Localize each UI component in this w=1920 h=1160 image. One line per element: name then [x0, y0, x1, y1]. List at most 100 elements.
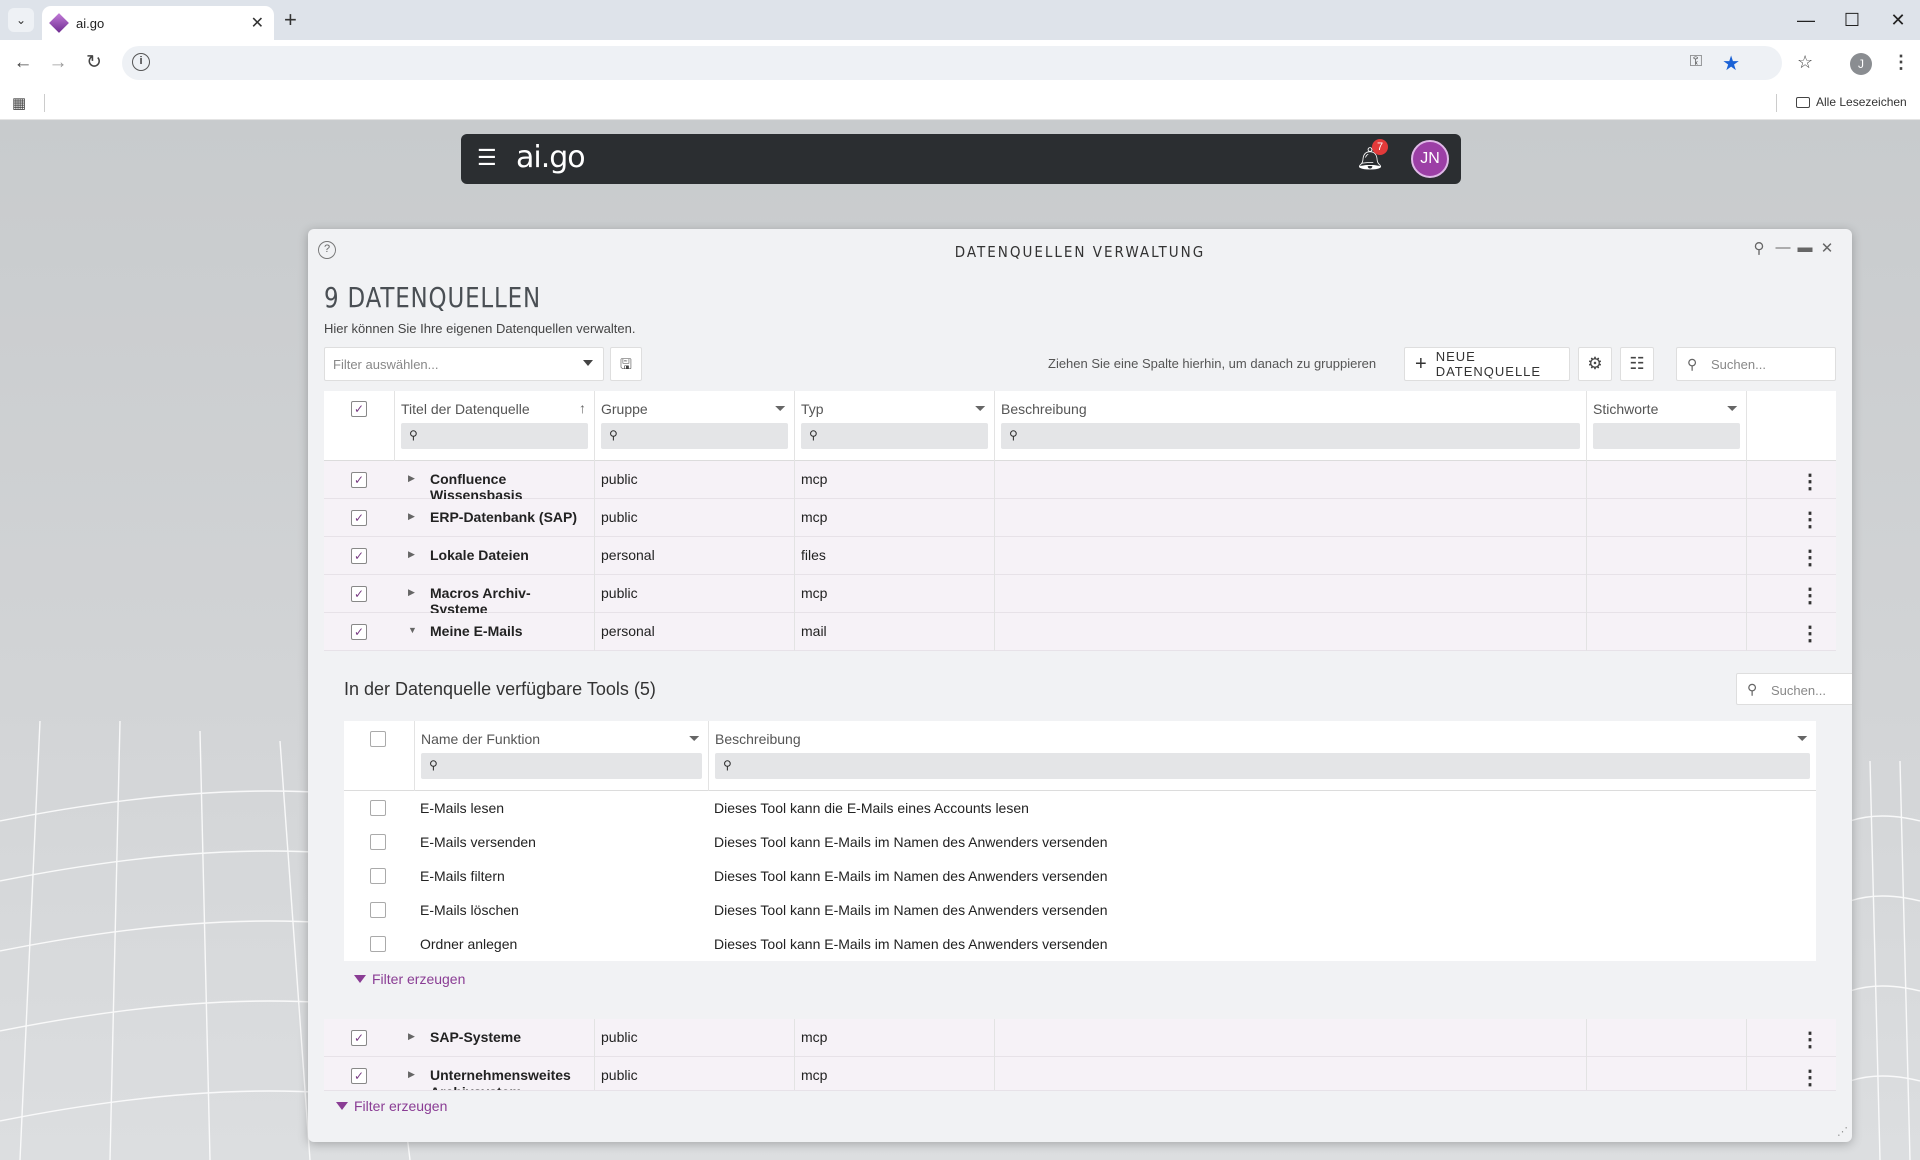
row-checkbox[interactable]: ✓: [351, 510, 367, 526]
close-dialog-icon[interactable]: ✕: [1816, 239, 1838, 257]
table-row[interactable]: ✓ ▶ Macros Archiv-Systeme public mcp ⋮: [324, 575, 1836, 617]
address-bar[interactable]: i ⚿ ★: [122, 46, 1782, 80]
column-chooser-button[interactable]: ☷: [1620, 347, 1654, 381]
filter-funnel-icon[interactable]: ⏷: [1727, 400, 1738, 417]
expand-row-icon[interactable]: ▶: [408, 511, 415, 522]
new-datasource-button[interactable]: + NEUE DATENQUELLE: [1404, 347, 1570, 381]
column-keywords[interactable]: Stichworte ⏷: [1586, 391, 1746, 461]
collapse-row-icon[interactable]: ▼: [408, 625, 417, 635]
tool-checkbox[interactable]: [370, 902, 386, 918]
table-row[interactable]: ✓ ▶ Unternehmensweites Archivsystem publ…: [324, 1057, 1836, 1091]
tool-description-filter-input[interactable]: ⚲: [715, 753, 1810, 779]
minimize-dialog-icon[interactable]: —: [1772, 239, 1794, 256]
grid-search-placeholder: Suchen...: [1711, 357, 1766, 372]
expand-row-icon[interactable]: ▶: [408, 1031, 415, 1042]
group-filter-input[interactable]: ⚲: [601, 423, 788, 449]
row-menu-icon[interactable]: ⋮: [1800, 1027, 1820, 1052]
row-menu-icon[interactable]: ⋮: [1800, 583, 1820, 608]
row-menu-icon[interactable]: ⋮: [1800, 469, 1820, 494]
cell-keywords: [1586, 461, 1746, 499]
maximize-window-button[interactable]: ☐: [1837, 8, 1867, 32]
tool-row[interactable]: E-Mails filtern Dieses Tool kann E-Mails…: [344, 859, 1816, 893]
back-icon[interactable]: ←: [10, 51, 36, 75]
column-tool-description[interactable]: Beschreibung ⏷ ⚲: [708, 721, 1816, 791]
column-description[interactable]: Beschreibung ⚲: [994, 391, 1586, 461]
column-function-name[interactable]: Name der Funktion ⏷ ⚲: [414, 721, 708, 791]
title-filter-input[interactable]: ⚲: [401, 423, 588, 449]
filter-select[interactable]: Filter auswählen...: [324, 347, 604, 381]
site-info-icon[interactable]: i: [132, 53, 150, 71]
minimize-window-button[interactable]: —: [1791, 8, 1821, 32]
row-menu-icon[interactable]: ⋮: [1800, 621, 1820, 646]
tool-row[interactable]: E-Mails lesen Dieses Tool kann die E-Mai…: [344, 791, 1816, 825]
group-by-hint[interactable]: Ziehen Sie eine Spalte hierhin, um danac…: [1048, 356, 1376, 371]
column-keywords-label: Stichworte: [1593, 401, 1659, 417]
bookmark-star-icon[interactable]: ★: [1722, 51, 1740, 76]
forward-icon[interactable]: →: [45, 51, 71, 75]
tool-checkbox[interactable]: [370, 800, 386, 816]
row-checkbox[interactable]: ✓: [351, 472, 367, 488]
row-menu-icon[interactable]: ⋮: [1800, 507, 1820, 532]
column-group[interactable]: Gruppe ⏷ ⚲: [594, 391, 794, 461]
tool-row[interactable]: E-Mails versenden Dieses Tool kann E-Mai…: [344, 825, 1816, 859]
filter-funnel-icon[interactable]: ⏷: [975, 400, 986, 417]
function-filter-input[interactable]: ⚲: [421, 753, 702, 779]
table-row[interactable]: ✓ ▶ Confluence Wissensbasis public mcp ⋮: [324, 461, 1836, 503]
browser-tab[interactable]: ai.go ✕: [42, 6, 274, 40]
all-bookmarks-folder[interactable]: Alle Lesezeichen: [1796, 95, 1907, 109]
tool-checkbox[interactable]: [370, 936, 386, 952]
row-checkbox[interactable]: ✓: [351, 586, 367, 602]
tool-row[interactable]: E-Mails löschen Dieses Tool kann E-Mails…: [344, 893, 1816, 927]
filter-funnel-icon[interactable]: ⏷: [775, 400, 786, 417]
grid-create-filter-link[interactable]: Filter erzeugen: [336, 1098, 447, 1114]
select-all-checkbox[interactable]: ✓: [351, 401, 367, 417]
filter-funnel-icon[interactable]: ⏷: [689, 730, 700, 747]
description-filter-input[interactable]: ⚲: [1001, 423, 1580, 449]
table-row[interactable]: ✓ ▶ SAP-Systeme public mcp ⋮: [324, 1019, 1836, 1057]
expand-row-icon[interactable]: ▶: [408, 473, 415, 484]
close-window-button[interactable]: ✕: [1883, 8, 1913, 32]
row-checkbox[interactable]: ✓: [351, 548, 367, 564]
column-title[interactable]: Titel der Datenquelle ↑ ⚲: [394, 391, 594, 461]
expand-row-icon[interactable]: ▶: [408, 587, 415, 598]
tab-search-button[interactable]: ⌄: [8, 8, 34, 32]
tool-row[interactable]: Ordner anlegen Dieses Tool kann E-Mails …: [344, 927, 1816, 961]
apps-grid-icon[interactable]: ▦: [12, 94, 26, 112]
keywords-filter-input[interactable]: [1593, 423, 1740, 449]
user-avatar[interactable]: JN: [1411, 140, 1449, 178]
expand-row-icon[interactable]: ▶: [408, 549, 415, 560]
filter-funnel-icon[interactable]: ⏷: [1797, 730, 1808, 747]
type-filter-input[interactable]: ⚲: [801, 423, 988, 449]
row-checkbox[interactable]: ✓: [351, 624, 367, 640]
maximize-dialog-icon[interactable]: ▬: [1794, 239, 1816, 256]
resize-handle-icon[interactable]: ⋰: [1837, 1125, 1848, 1138]
table-row[interactable]: ✓ ▶ Lokale Dateien personal files ⋮: [324, 537, 1836, 575]
tools-search-input[interactable]: ⚲ Suchen...: [1736, 673, 1852, 705]
bookmarks-manager-icon[interactable]: ☆: [1797, 50, 1813, 74]
settings-button[interactable]: ⚙: [1578, 347, 1612, 381]
column-type[interactable]: Typ ⏷ ⚲: [794, 391, 994, 461]
sort-ascending-icon[interactable]: ↑: [579, 400, 586, 416]
grid-search-input[interactable]: ⚲ Suchen...: [1676, 347, 1836, 381]
table-row[interactable]: ✓ ▶ ERP-Datenbank (SAP) public mcp ⋮: [324, 499, 1836, 537]
row-menu-icon[interactable]: ⋮: [1800, 1065, 1820, 1090]
pin-icon[interactable]: ⚲: [1748, 239, 1770, 257]
new-tab-button[interactable]: +: [284, 8, 297, 32]
row-checkbox[interactable]: ✓: [351, 1030, 367, 1046]
browser-menu-icon[interactable]: ⋮: [1892, 50, 1910, 74]
tool-checkbox[interactable]: [370, 868, 386, 884]
row-checkbox[interactable]: ✓: [351, 1068, 367, 1084]
profile-avatar[interactable]: J: [1850, 53, 1872, 75]
tools-create-filter-link[interactable]: Filter erzeugen: [354, 971, 465, 987]
reload-icon[interactable]: ↻: [81, 51, 107, 75]
select-all-tools-checkbox[interactable]: [370, 731, 386, 747]
password-key-icon[interactable]: ⚿: [1690, 53, 1702, 71]
expand-row-icon[interactable]: ▶: [408, 1069, 415, 1080]
row-menu-icon[interactable]: ⋮: [1800, 545, 1820, 570]
hamburger-menu-icon[interactable]: ☰: [477, 146, 497, 170]
close-tab-icon[interactable]: ✕: [251, 13, 264, 33]
app-logo[interactable]: ai.go: [516, 140, 586, 175]
tool-checkbox[interactable]: [370, 834, 386, 850]
table-row[interactable]: ✓ ▼ Meine E-Mails personal mail ⋮: [324, 613, 1836, 651]
save-filter-button[interactable]: 🖫︎: [610, 347, 642, 381]
